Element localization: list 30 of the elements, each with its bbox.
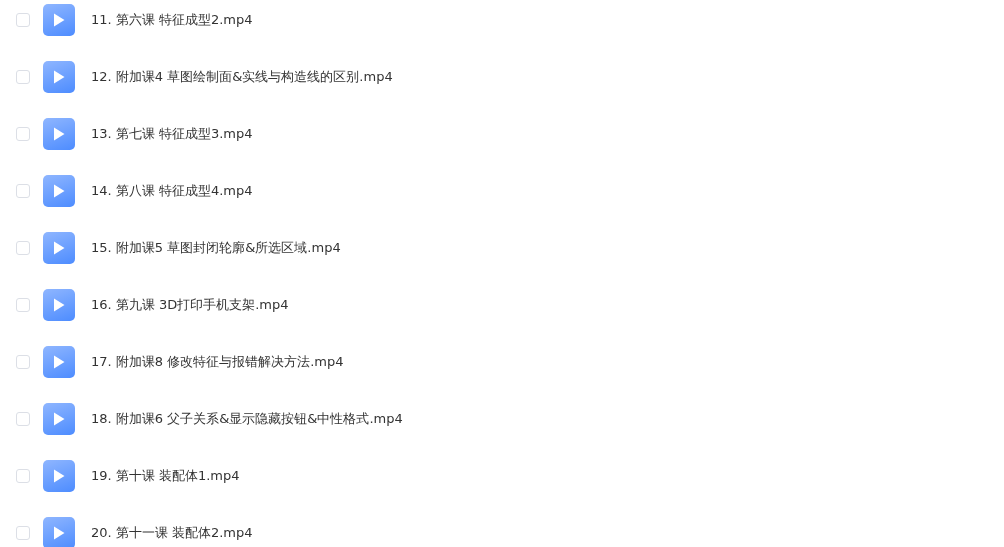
checkbox[interactable]	[16, 526, 30, 540]
file-name[interactable]: 11. 第六课 特征成型2.mp4	[91, 11, 253, 29]
file-name[interactable]: 17. 附加课8 修改特征与报错解决方法.mp4	[91, 353, 344, 371]
file-name[interactable]: 19. 第十课 装配体1.mp4	[91, 467, 240, 485]
file-name[interactable]: 12. 附加课4 草图绘制面&实线与构造线的区别.mp4	[91, 68, 393, 86]
file-name[interactable]: 13. 第七课 特征成型3.mp4	[91, 125, 253, 143]
checkbox[interactable]	[16, 127, 30, 141]
file-name[interactable]: 16. 第九课 3D打印手机支架.mp4	[91, 296, 289, 314]
video-file-icon	[43, 289, 75, 321]
file-name[interactable]: 20. 第十一课 装配体2.mp4	[91, 524, 253, 542]
checkbox[interactable]	[16, 298, 30, 312]
file-name[interactable]: 14. 第八课 特征成型4.mp4	[91, 182, 253, 200]
video-file-icon	[43, 175, 75, 207]
checkbox[interactable]	[16, 13, 30, 27]
file-name[interactable]: 18. 附加课6 父子关系&显示隐藏按钮&中性格式.mp4	[91, 410, 403, 428]
file-name[interactable]: 15. 附加课5 草图封闭轮廓&所选区域.mp4	[91, 239, 341, 257]
checkbox[interactable]	[16, 241, 30, 255]
checkbox[interactable]	[16, 184, 30, 198]
checkbox[interactable]	[16, 469, 30, 483]
video-file-icon	[43, 517, 75, 547]
checkbox[interactable]	[16, 70, 30, 84]
video-file-icon	[43, 4, 75, 36]
video-file-icon	[43, 346, 75, 378]
video-file-icon	[43, 460, 75, 492]
video-file-icon	[43, 61, 75, 93]
video-file-icon	[43, 403, 75, 435]
checkbox[interactable]	[16, 412, 30, 426]
checkbox[interactable]	[16, 355, 30, 369]
video-file-icon	[43, 118, 75, 150]
video-file-icon	[43, 232, 75, 264]
